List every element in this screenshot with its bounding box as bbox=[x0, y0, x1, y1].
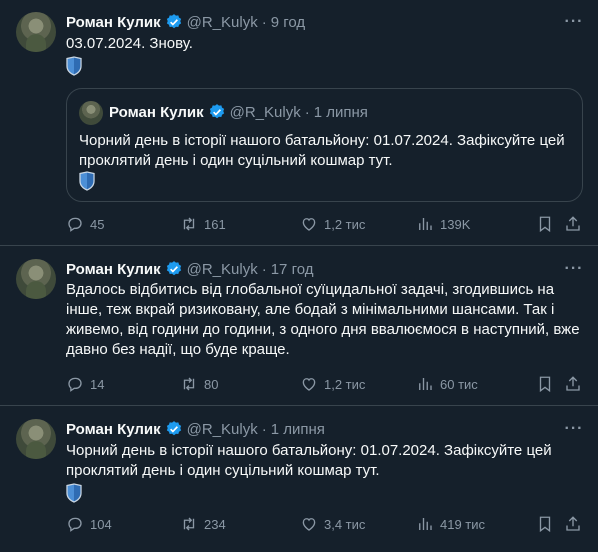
tweet-header: Роман Кулик @R_Kulyk · 17 год bbox=[66, 259, 313, 279]
retweet-icon bbox=[183, 377, 195, 391]
shield-icon bbox=[66, 483, 82, 503]
retweet-icon bbox=[183, 217, 195, 231]
views-button[interactable]: 139K bbox=[416, 215, 470, 233]
reply-icon bbox=[68, 377, 82, 392]
tweet-header: Роман Кулик @R_Kulyk · 1 липня bbox=[66, 419, 325, 439]
timestamp[interactable]: 17 год bbox=[271, 261, 314, 278]
reply-icon bbox=[68, 217, 82, 232]
reply-icon bbox=[68, 517, 82, 532]
reply-button[interactable]: 104 bbox=[66, 515, 112, 533]
avatar[interactable] bbox=[79, 101, 103, 125]
like-count: 1,2 тис bbox=[324, 216, 366, 232]
quoted-tweet-text: Чорний день в історії нашого батальйону:… bbox=[79, 132, 565, 169]
bookmark-button[interactable] bbox=[536, 375, 560, 393]
author-name[interactable]: Роман Кулик bbox=[66, 261, 161, 278]
views-icon bbox=[419, 378, 432, 390]
verified-badge-icon bbox=[166, 421, 181, 436]
timestamp: 1 липня bbox=[313, 103, 368, 121]
more-icon[interactable]: ··· bbox=[564, 259, 584, 279]
retweet-icon bbox=[183, 517, 195, 531]
views-count: 419 тис bbox=[440, 516, 486, 532]
views-icon bbox=[419, 218, 432, 230]
tweet-text: Вдалось відбитись від глобальної суїцида… bbox=[66, 281, 580, 358]
tweet-text: 03.07.2024. Знову. bbox=[66, 35, 193, 52]
like-button[interactable]: 1,2 тис bbox=[300, 375, 365, 393]
tweet-feed: Роман Кулик @R_Kulyk · 9 год ··· 03.07.2… bbox=[0, 0, 598, 552]
author-handle[interactable]: @R_Kulyk bbox=[187, 421, 258, 438]
share-icon bbox=[566, 516, 580, 531]
retweet-button[interactable]: 234 bbox=[180, 515, 226, 533]
avatar[interactable] bbox=[16, 259, 56, 299]
timestamp[interactable]: 1 липня bbox=[271, 421, 325, 438]
retweet-count: 80 bbox=[204, 376, 219, 392]
tweet[interactable]: Роман Кулик @R_Kulyk · 1 липня ··· Чорни… bbox=[0, 407, 598, 552]
share-button[interactable] bbox=[564, 375, 588, 393]
like-button[interactable]: 3,4 тис bbox=[300, 515, 365, 533]
tweet[interactable]: Роман Кулик @R_Kulyk · 17 год ··· Вдалос… bbox=[0, 247, 598, 406]
reply-button[interactable]: 14 bbox=[66, 375, 104, 393]
share-icon bbox=[566, 376, 580, 391]
quoted-tweet-header: Роман Кулик @R_Kulyk · 1 липня bbox=[109, 103, 368, 121]
more-icon[interactable]: ··· bbox=[564, 12, 584, 32]
like-button[interactable]: 1,2 тис bbox=[300, 215, 365, 233]
bookmark-icon bbox=[539, 376, 551, 393]
action-bar: 104 234 3,4 тис 419 тис bbox=[66, 514, 586, 534]
like-icon bbox=[302, 218, 316, 231]
timestamp[interactable]: 9 год bbox=[271, 14, 305, 31]
bookmark-button[interactable] bbox=[536, 515, 560, 533]
author-name: Роман Кулик bbox=[109, 103, 204, 121]
action-bar: 45 161 1,2 тис 139K bbox=[66, 214, 586, 234]
views-icon bbox=[419, 518, 432, 530]
author-handle: @R_Kulyk bbox=[229, 103, 301, 121]
more-icon[interactable]: ··· bbox=[564, 419, 584, 439]
author-handle[interactable]: @R_Kulyk bbox=[187, 14, 258, 31]
tweet-text: Чорний день в історії нашого батальйону:… bbox=[66, 442, 552, 479]
share-icon bbox=[566, 216, 580, 231]
share-button[interactable] bbox=[564, 515, 588, 533]
verified-badge-icon bbox=[166, 14, 181, 29]
bookmark-button[interactable] bbox=[536, 215, 560, 233]
retweet-button[interactable]: 161 bbox=[180, 215, 226, 233]
separator-dot: · bbox=[261, 260, 267, 278]
retweet-button[interactable]: 80 bbox=[180, 375, 218, 393]
like-count: 1,2 тис bbox=[324, 376, 366, 392]
views-count: 139K bbox=[440, 216, 471, 232]
retweet-count: 234 bbox=[204, 516, 226, 532]
like-icon bbox=[302, 378, 316, 391]
avatar[interactable] bbox=[16, 419, 56, 459]
shield-icon bbox=[66, 56, 82, 76]
author-name[interactable]: Роман Кулик bbox=[66, 421, 161, 438]
reply-count: 45 bbox=[90, 216, 105, 232]
views-count: 60 тис bbox=[440, 376, 478, 392]
share-button[interactable] bbox=[564, 215, 588, 233]
separator-dot: · bbox=[261, 420, 267, 438]
reply-button[interactable]: 45 bbox=[66, 215, 104, 233]
verified-badge-icon bbox=[166, 261, 181, 276]
reply-count: 14 bbox=[90, 376, 105, 392]
avatar[interactable] bbox=[16, 12, 56, 52]
quoted-tweet[interactable]: Роман Кулик @R_Kulyk · 1 липня Чорний де… bbox=[66, 88, 583, 202]
tweet-header: Роман Кулик @R_Kulyk · 9 год bbox=[66, 12, 305, 32]
views-button[interactable]: 60 тис bbox=[416, 375, 478, 393]
author-name[interactable]: Роман Кулик bbox=[66, 14, 161, 31]
like-count: 3,4 тис bbox=[324, 516, 366, 532]
verified-badge-icon bbox=[209, 104, 224, 119]
bookmark-icon bbox=[539, 516, 551, 533]
author-handle[interactable]: @R_Kulyk bbox=[187, 261, 258, 278]
views-button[interactable]: 419 тис bbox=[416, 515, 485, 533]
separator-dot: · bbox=[304, 103, 310, 121]
bookmark-icon bbox=[539, 216, 551, 233]
reply-count: 104 bbox=[90, 516, 112, 532]
action-bar: 14 80 1,2 тис 60 тис bbox=[66, 374, 586, 394]
like-icon bbox=[302, 518, 316, 531]
tweet[interactable]: Роман Кулик @R_Kulyk · 9 год ··· 03.07.2… bbox=[0, 0, 598, 246]
separator-dot: · bbox=[261, 13, 267, 31]
shield-icon bbox=[79, 171, 95, 191]
retweet-count: 161 bbox=[204, 216, 226, 232]
